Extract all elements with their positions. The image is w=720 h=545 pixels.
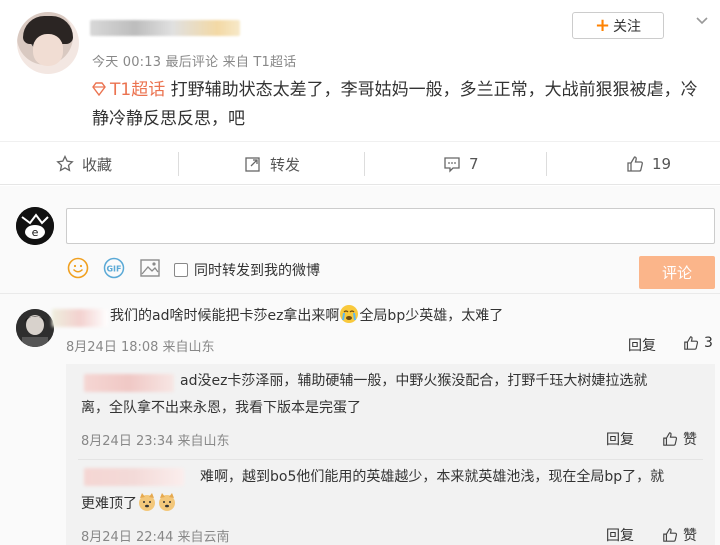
reply-reply-button[interactable]: 回复 xyxy=(606,525,634,545)
reply-reply-button[interactable]: 回复 xyxy=(606,429,634,449)
reply-text-line: ad没ez卡莎泽丽，辅助硬辅一般，中野火猴没配合，打野千珏大树婕拉选就 xyxy=(180,373,648,389)
favorite-label: 收藏 xyxy=(82,155,113,174)
comment-icon xyxy=(444,157,460,173)
weibo-post: 今天 00:13 最后评论 来自 T1超话 + 关注 T1超话 打野辅助状态太差… xyxy=(0,0,720,186)
commenter-avatar[interactable] xyxy=(16,309,54,347)
reply-text-part: 更难顶了 xyxy=(81,496,137,512)
reply-like-label: 赞 xyxy=(683,528,697,544)
post-content: T1超话 打野辅助状态太差了，李哥姑妈一般，多兰正常，大战前狠狠被虐，冷静冷静反… xyxy=(92,76,712,134)
repost-button[interactable]: 转发 xyxy=(244,142,300,186)
like-count: 19 xyxy=(652,155,672,173)
reply-like-button[interactable]: 赞 xyxy=(662,429,697,449)
gif-icon[interactable]: GIF xyxy=(103,257,125,279)
action-divider xyxy=(546,152,547,176)
comment-text: 我们的ad啥时候能把卡莎ez拿出来啊 全局bp少英雄，太难了 xyxy=(110,302,503,330)
smiley-icon[interactable] xyxy=(67,257,89,279)
reply-like-label: 赞 xyxy=(683,432,697,448)
image-icon[interactable] xyxy=(139,257,161,279)
svg-text:GIF: GIF xyxy=(106,265,121,274)
comment-button[interactable]: 7 xyxy=(443,142,479,186)
repost-checkbox[interactable] xyxy=(174,263,188,277)
repost-to-my-weibo-option[interactable]: 同时转发到我的微博 xyxy=(174,260,320,280)
follow-button[interactable]: + 关注 xyxy=(572,12,664,39)
replier-name-redacted[interactable] xyxy=(84,374,174,392)
thumbs-up-icon xyxy=(684,336,699,350)
action-divider xyxy=(178,152,179,176)
plus-icon: + xyxy=(594,14,611,36)
author-avatar[interactable] xyxy=(17,12,79,74)
follow-label: 关注 xyxy=(613,18,642,35)
comment-text-part: 全局bp少英雄，太难了 xyxy=(359,308,504,324)
chevron-down-icon[interactable] xyxy=(695,14,709,28)
repost-label: 转发 xyxy=(270,155,301,174)
submit-comment-button[interactable]: 评论 xyxy=(639,256,715,289)
commenter-name-redacted[interactable] xyxy=(52,309,108,327)
doge-emoji-icon xyxy=(159,493,175,511)
comment-like-count: 3 xyxy=(704,335,713,351)
thumbs-up-icon xyxy=(663,432,678,446)
reply-text-line: 离，全队拿不出来永恩，我看下版本是完蛋了 xyxy=(81,400,361,416)
replier-name-redacted[interactable] xyxy=(84,468,184,486)
svg-text:e: e xyxy=(32,226,39,239)
divider xyxy=(0,293,720,294)
comment-like-button[interactable]: 3 xyxy=(683,335,713,351)
comment-text-part: 我们的ad啥时候能把卡莎ez拿出来啊 xyxy=(110,308,340,324)
crying-emoji-icon xyxy=(340,305,359,323)
action-divider xyxy=(364,152,365,176)
reply-text-line: 更难顶了 xyxy=(81,490,177,518)
comment-input[interactable] xyxy=(66,208,715,244)
author-name-redacted[interactable] xyxy=(90,20,240,36)
reply-meta: 8月24日 22:44 来自云南 xyxy=(81,530,230,545)
comment-count: 7 xyxy=(469,155,479,173)
doge-emoji-icon xyxy=(139,493,155,511)
post-meta: 今天 00:13 最后评论 来自 T1超话 xyxy=(92,55,297,70)
like-button[interactable]: 19 xyxy=(626,142,671,186)
reply-meta: 8月24日 23:34 来自山东 xyxy=(81,434,230,449)
post-action-bar: 收藏 转发 7 19 xyxy=(0,141,720,185)
diamond-tag-icon xyxy=(92,82,106,96)
repost-icon xyxy=(245,157,260,172)
thumbs-up-icon xyxy=(627,156,643,172)
comment-section: e GIF 同时转发到我的微博 评论 我们的ad啥时候能把卡莎ez拿出来啊 全局… xyxy=(0,186,720,545)
comment-meta: 8月24日 18:08 来自山东 xyxy=(66,340,215,355)
current-user-avatar[interactable]: e xyxy=(16,207,54,245)
repost-checkbox-label: 同时转发到我的微博 xyxy=(194,263,320,279)
star-icon xyxy=(56,155,74,172)
thumbs-up-icon xyxy=(663,528,678,542)
post-text: 打野辅助状态太差了，李哥姑妈一般，多兰正常，大战前狠狠被虐，冷静冷静反思反思，吧 xyxy=(92,80,698,129)
reply-like-button[interactable]: 赞 xyxy=(662,525,697,545)
comment-reply-button[interactable]: 回复 xyxy=(628,335,656,355)
reply-text-line: 难啊，越到bo5他们能用的英雄越少，本来就英雄池浅，现在全局bp了，就 xyxy=(200,469,665,485)
reply-list: ad没ez卡莎泽丽，辅助硬辅一般，中野火猴没配合，打野千珏大树婕拉选就 离，全队… xyxy=(66,364,715,545)
divider xyxy=(78,459,703,460)
topic-tag-link[interactable]: T1超话 xyxy=(110,80,165,100)
favorite-button[interactable]: 收藏 xyxy=(56,142,112,186)
